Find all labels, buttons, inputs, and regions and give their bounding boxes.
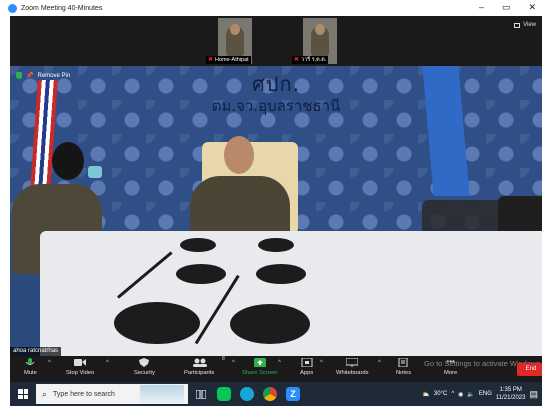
whiteboards-label: Whiteboards <box>336 370 369 376</box>
officer-head <box>52 142 84 180</box>
mute-label: Mute <box>24 370 37 376</box>
taskbar-app-zoom[interactable]: Z <box>283 382 303 406</box>
microphone-base <box>258 238 294 252</box>
taskbar-app-chrome[interactable] <box>260 382 280 406</box>
window-title: Zoom Meeting 40-Minutes <box>21 4 103 12</box>
whiteboards-button[interactable]: Whiteboards <box>336 357 369 376</box>
speaker-name: ahoa ratcnatrhas <box>10 347 62 356</box>
task-view-icon <box>196 389 206 399</box>
shield-icon <box>16 72 22 79</box>
pin-icon: 📌 <box>26 73 34 79</box>
participant-head <box>230 24 240 35</box>
maximize-button[interactable]: ▭ <box>502 2 511 13</box>
chrome-icon <box>263 387 277 401</box>
officer-head <box>224 136 254 174</box>
participant-head <box>315 24 325 35</box>
system-tray: ⛅ 30°C ^ ◉ 🔈 ENG 1:35 PM 11/21/2023 ▤ <box>422 382 538 406</box>
stop-video-label: Stop Video <box>66 370 95 376</box>
windows-logo-icon <box>18 389 28 399</box>
taskbar-search[interactable]: ⌕ Type here to search <box>36 384 188 404</box>
clock-date: 11/21/2023 <box>495 395 526 401</box>
view-button[interactable]: View <box>514 22 536 28</box>
clock-time: 1:35 PM <box>499 387 522 393</box>
chevron-up-icon[interactable]: ^ <box>48 360 51 366</box>
task-view-button[interactable] <box>191 382 211 406</box>
windows-taskbar: ⌕ Type here to search Z ⛅ 30°C ^ ◉ 🔈 ENG… <box>10 382 542 406</box>
video-camera-icon <box>74 358 87 367</box>
weather-icon[interactable]: ⛅ <box>422 391 429 398</box>
zoom-app-icon: Z <box>286 387 300 401</box>
notes-icon <box>398 357 410 368</box>
apps-label: Apps <box>300 370 314 376</box>
window-titlebar: Zoom Meeting 40-Minutes – ▭ ✕ <box>0 0 542 16</box>
remove-pin-button[interactable]: Remove Pin <box>37 73 70 79</box>
search-placeholder: Type here to search <box>53 390 115 398</box>
end-meeting-button[interactable]: End <box>517 363 542 376</box>
share-screen-label: Share Screen <box>242 370 278 376</box>
participant-name-tag: ✖ วารี ร.ต.ต. <box>292 56 329 64</box>
taskbar-app-edge[interactable] <box>237 382 257 406</box>
search-highlight-image <box>140 385 184 403</box>
chevron-up-icon[interactable]: ^ <box>278 360 281 366</box>
microphone-base <box>256 264 306 284</box>
network-icon[interactable]: ◉ <box>458 391 463 398</box>
participant-name-tag: ✖ Home-Athipat <box>206 56 251 64</box>
microphone-base <box>114 302 200 344</box>
line-app-icon <box>217 387 231 401</box>
minimize-button[interactable]: – <box>479 2 484 13</box>
participants-button[interactable]: Participants <box>184 358 214 376</box>
participant-name: Home-Athipat <box>215 57 249 63</box>
taskbar-clock[interactable]: 1:35 PM 11/21/2023 <box>496 386 526 402</box>
shield-icon <box>138 358 150 367</box>
security-label: Security <box>134 370 155 376</box>
notes-button[interactable]: Notes <box>396 357 412 376</box>
zoom-logo-icon <box>8 3 17 13</box>
chevron-up-icon[interactable]: ^ <box>106 360 109 366</box>
video-top-bar: 📌 Remove Pin <box>16 72 70 79</box>
participants-count: 8 <box>222 356 225 362</box>
microphone-base <box>230 304 310 344</box>
chevron-up-icon[interactable]: ^ <box>378 360 381 366</box>
window-controls: – ▭ ✕ <box>479 2 536 13</box>
mute-button[interactable]: Mute <box>24 358 37 376</box>
participants-icon <box>193 358 208 367</box>
apps-button[interactable]: Apps <box>300 357 314 376</box>
face-mask <box>88 166 102 178</box>
volume-icon[interactable]: 🔈 <box>467 391 474 398</box>
mic-muted-icon: ✖ <box>208 57 214 63</box>
whiteboard-icon <box>345 357 359 367</box>
more-label: More <box>444 370 458 376</box>
language-indicator[interactable]: ENG <box>479 391 492 397</box>
stop-video-button[interactable]: Stop Video <box>66 358 94 376</box>
thumbnail-strip: ✖ Home-Athipat ✖ วารี ร.ต.ต. View <box>10 16 542 66</box>
search-icon: ⌕ <box>42 388 48 399</box>
meeting-controls: Mute ^ Stop Video ^ Security Participant… <box>10 356 542 382</box>
chevron-up-icon[interactable]: ^ <box>320 360 323 366</box>
participants-label: Participants <box>184 370 215 376</box>
close-button[interactable]: ✕ <box>528 2 536 13</box>
notifications-icon[interactable]: ▤ <box>529 389 538 400</box>
grid-icon <box>514 22 521 28</box>
start-button[interactable] <box>10 382 36 406</box>
notes-label: Notes <box>396 370 412 376</box>
meeting-area: ✖ Home-Athipat ✖ วารี ร.ต.ต. View ศปก. ต… <box>10 16 542 356</box>
microphone-base <box>180 238 216 252</box>
share-screen-icon <box>253 358 266 367</box>
pinned-video[interactable]: ศปก. ตม.จว.อุบลราชธานี 📌 Remove Pin ahoa… <box>10 66 542 356</box>
view-label: View <box>523 22 536 28</box>
microphone-icon <box>24 358 36 367</box>
edge-browser-icon <box>240 387 254 401</box>
mic-muted-icon: ✖ <box>294 57 300 63</box>
microphone-base <box>176 264 226 284</box>
security-button[interactable]: Security <box>134 358 155 376</box>
temperature[interactable]: 30°C <box>434 391 447 397</box>
taskbar-app-line[interactable] <box>214 382 234 406</box>
apps-icon <box>301 357 313 368</box>
participant-name: วารี ร.ต.ต. <box>301 57 327 63</box>
chevron-up-icon[interactable]: ^ <box>451 391 454 397</box>
share-screen-button[interactable]: Share Screen <box>242 358 277 376</box>
chevron-up-icon[interactable]: ^ <box>232 360 235 366</box>
